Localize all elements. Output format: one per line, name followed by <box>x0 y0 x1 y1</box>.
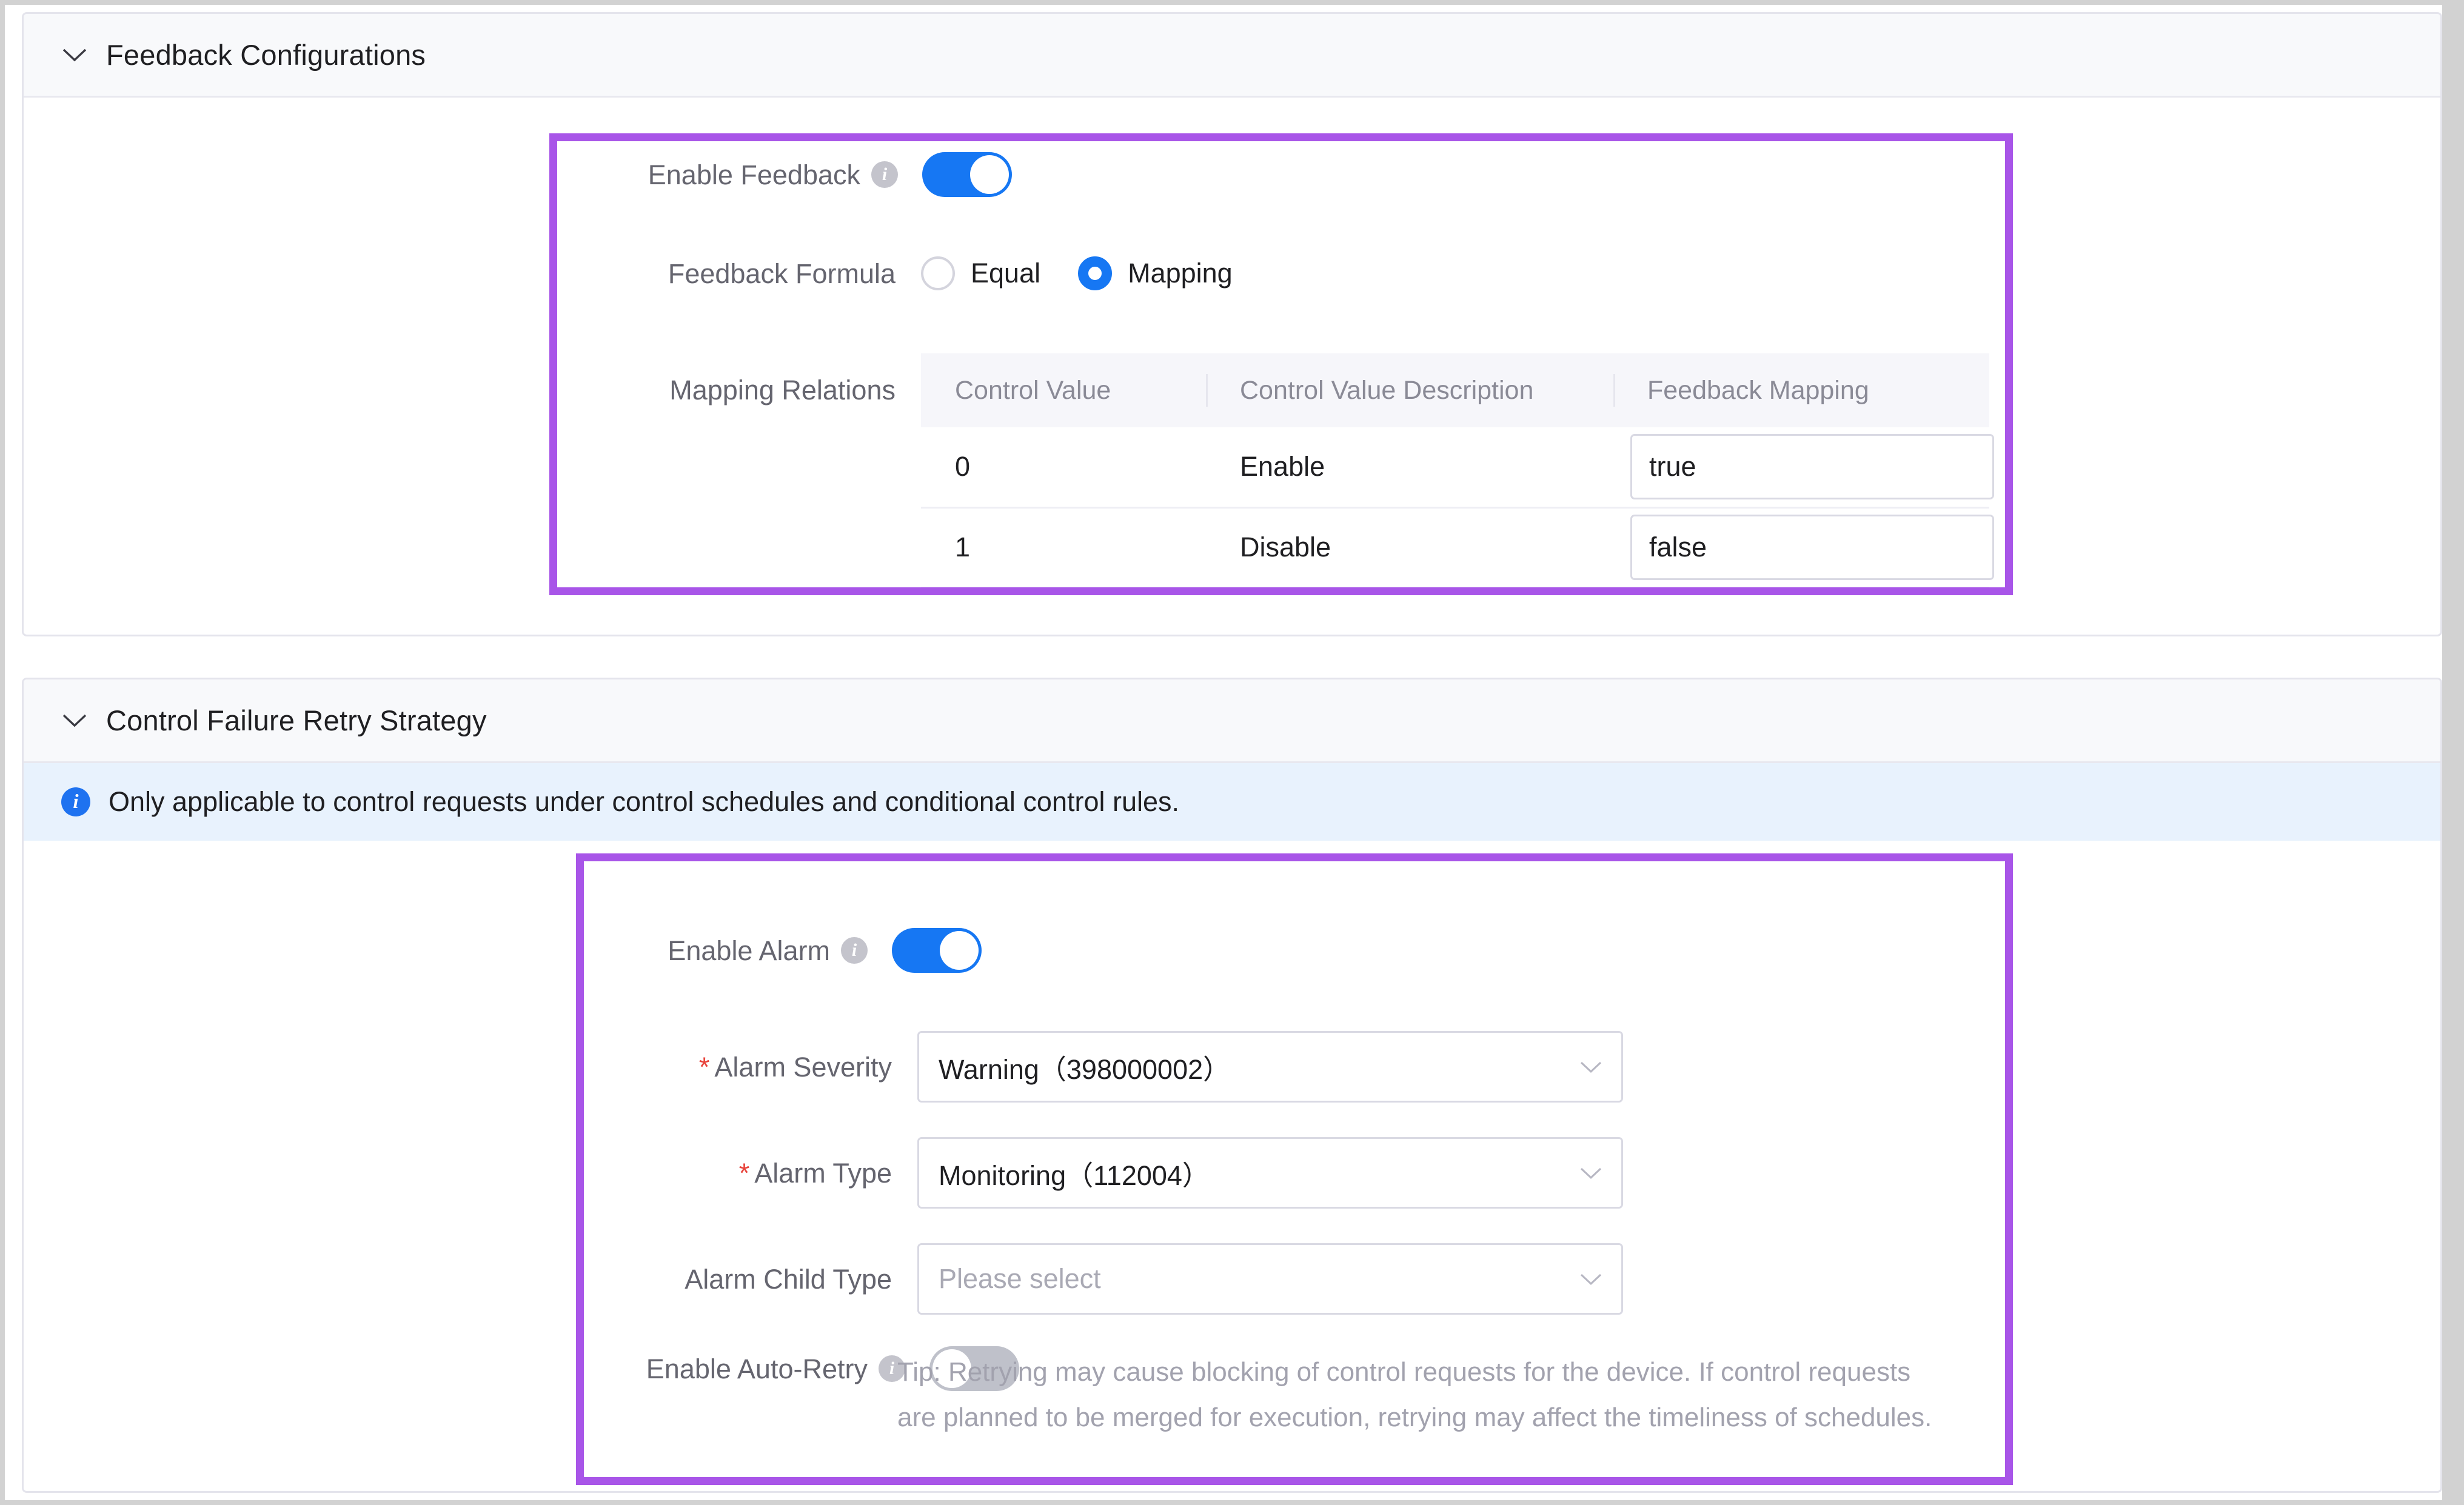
alarm-type-label: * Alarm Type <box>630 1160 892 1187</box>
retry-info-banner: i Only applicable to control requests un… <box>24 763 2440 841</box>
chevron-down-icon <box>1580 1061 1602 1073</box>
alarm-severity-select[interactable]: Warning（398000002） <box>917 1031 1623 1103</box>
mapping-relations-row: Mapping Relations Control Value Control … <box>606 353 1994 589</box>
table-header-row: Control Value Control Value Description … <box>921 353 1989 427</box>
alarm-severity-label-text: Alarm Severity <box>714 1051 892 1083</box>
retry-info-banner-text: Only applicable to control requests unde… <box>109 786 1180 817</box>
alarm-child-type-select[interactable]: Please select <box>917 1243 1623 1315</box>
alarm-type-label-text: Alarm Type <box>754 1157 892 1189</box>
feedback-panel-header[interactable]: Feedback Configurations <box>24 14 2440 98</box>
feedback-formula-radio-group[interactable]: Equal Mapping <box>921 256 1270 290</box>
alarm-type-select[interactable]: Monitoring（112004） <box>917 1137 1623 1209</box>
feedback-formula-label: Feedback Formula <box>668 258 896 289</box>
radio-option-mapping-label: Mapping <box>1128 258 1233 289</box>
feedback-mapping-input[interactable]: true <box>1630 434 1994 500</box>
enable-alarm-label: Enable Alarm <box>668 935 830 966</box>
feedback-panel-title: Feedback Configurations <box>106 39 426 71</box>
alarm-severity-label: * Alarm Severity <box>630 1053 892 1081</box>
column-header-control-value-description: Control Value Description <box>1206 353 1613 427</box>
enable-alarm-row: Enable Alarm i <box>630 928 982 973</box>
alarm-child-type-row: Alarm Child Type Please select <box>630 1243 1623 1315</box>
chevron-down-icon[interactable] <box>61 707 88 734</box>
radio-mark-icon <box>921 256 955 290</box>
auto-retry-tip-text: Tip: Retrying may cause blocking of cont… <box>897 1357 1932 1432</box>
cell-feedback-mapping: true <box>1613 427 1994 509</box>
radio-option-equal-label: Equal <box>971 258 1041 289</box>
chevron-down-icon[interactable] <box>61 42 88 68</box>
radio-option-equal[interactable]: Equal <box>921 256 1040 290</box>
screenshot-root: Feedback Configurations Enable Feedback … <box>0 0 2464 1505</box>
cell-control-value-description: Disable <box>1206 507 1613 589</box>
table-row: 0 Enable true <box>921 427 1994 509</box>
enable-feedback-row: Enable Feedback i <box>606 152 1012 197</box>
cell-control-value: 1 <box>921 507 1206 589</box>
required-asterisk: * <box>698 1051 710 1083</box>
retry-panel-header[interactable]: Control Failure Retry Strategy <box>24 679 2440 763</box>
radio-option-mapping[interactable]: Mapping <box>1078 256 1233 290</box>
radio-mark-selected-icon <box>1078 256 1113 290</box>
retry-panel-title: Control Failure Retry Strategy <box>106 704 487 736</box>
alarm-child-type-placeholder: Please select <box>939 1263 1101 1294</box>
table-row: 1 Disable false <box>921 507 1994 589</box>
mapping-relations-label: Mapping Relations <box>669 375 896 405</box>
enable-auto-retry-label: Enable Auto-Retry <box>646 1353 868 1384</box>
cell-control-value: 0 <box>921 427 1206 509</box>
chevron-down-icon <box>1580 1273 1602 1286</box>
feedback-configurations-panel: Feedback Configurations Enable Feedback … <box>22 12 2442 636</box>
cell-feedback-mapping: false <box>1613 507 1994 589</box>
info-circle-filled-icon: i <box>61 787 90 816</box>
alarm-type-value: Monitoring（112004） <box>939 1160 1210 1191</box>
enable-feedback-label: Enable Feedback <box>648 159 860 190</box>
alarm-severity-value: Warning（398000002） <box>939 1053 1231 1085</box>
required-asterisk: * <box>738 1157 750 1189</box>
alarm-severity-row: * Alarm Severity Warning（398000002） <box>630 1031 1623 1103</box>
toggle-knob <box>970 155 1009 194</box>
toggle-knob <box>940 931 979 970</box>
enable-feedback-toggle[interactable] <box>922 152 1012 197</box>
alarm-child-type-label: Alarm Child Type <box>685 1263 892 1295</box>
enable-alarm-toggle[interactable] <box>892 928 982 973</box>
page-surface: Feedback Configurations Enable Feedback … <box>5 5 2442 1500</box>
feedback-mapping-input[interactable]: false <box>1630 515 1994 580</box>
chevron-down-icon <box>1580 1167 1602 1180</box>
column-header-feedback-mapping: Feedback Mapping <box>1613 353 1989 427</box>
alarm-type-row: * Alarm Type Monitoring（112004） <box>630 1137 1623 1209</box>
cell-control-value-description: Enable <box>1206 427 1613 509</box>
info-circle-icon[interactable]: i <box>841 937 868 964</box>
feedback-formula-row: Feedback Formula Equal Mapping <box>606 256 1270 290</box>
info-circle-icon[interactable]: i <box>871 161 898 188</box>
mapping-relations-table: Control Value Control Value Description … <box>921 353 1994 589</box>
column-header-control-value: Control Value <box>921 353 1206 427</box>
mapping-relations-table-wrap: Control Value Control Value Description … <box>921 353 1994 589</box>
